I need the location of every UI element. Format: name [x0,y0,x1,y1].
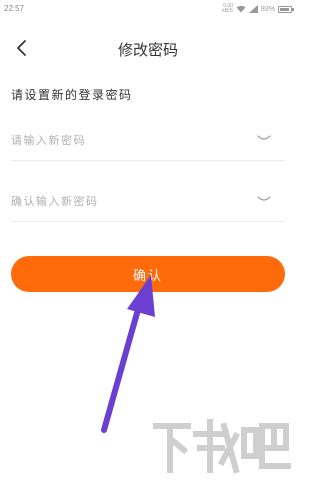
confirm-password-input[interactable] [11,181,251,221]
eye-closed-icon[interactable] [257,195,271,203]
battery-icon [278,5,294,13]
watermark-logo-icon [153,419,291,474]
change-password-screen: 22:57 0.00 kB/S 83% 修改密码 请设置新的登录密码 确认 [0,0,296,480]
new-password-input[interactable] [11,120,251,160]
status-bar: 22:57 0.00 kB/S 83% [0,0,296,18]
net-speed: 0.00 kB/S [222,4,233,14]
confirm-button[interactable]: 确认 [11,256,285,292]
status-icons: 0.00 kB/S 83% [222,2,294,16]
new-password-field [11,120,285,161]
battery-percent: 83% [260,5,275,13]
eye-closed-icon[interactable] [257,134,271,142]
page-title: 修改密码 [117,41,178,59]
confirm-password-field [11,181,285,222]
net-speed-unit: kB/S [222,8,233,14]
header: 修改密码 [0,30,296,66]
signal-icon [248,5,258,13]
wifi-icon [236,5,246,13]
section-label: 请设置新的登录密码 [11,88,133,102]
status-time: 22:57 [4,4,25,13]
annotation-arrow-icon [101,275,155,433]
